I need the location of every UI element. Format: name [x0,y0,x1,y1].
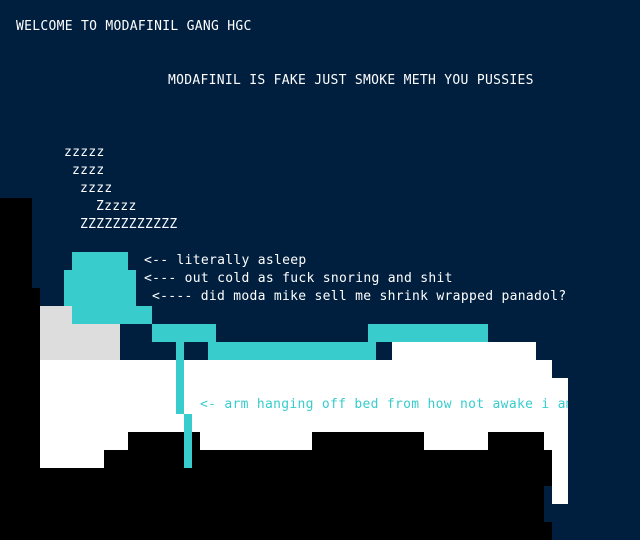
shadow-wall-edge [32,288,40,540]
knees [368,324,488,342]
arm-upper [176,342,184,414]
annotation-panadol: <---- did moda mike sell me shrink wrapp… [152,289,567,304]
sheet-fold-2 [312,432,424,450]
neck [72,306,152,324]
snore-line-3: zzzz [80,181,113,196]
head [64,270,136,306]
head-top [72,252,128,270]
shadow-wall [0,198,32,540]
arm-lower [184,414,192,468]
snore-line-1: zzzzz [64,145,105,160]
annotation-arm: <- arm hanging off bed from how not awak… [200,397,568,412]
page-subtitle: MODAFINIL IS FAKE JUST SMOKE METH YOU PU… [168,73,534,88]
bed-blanket-bump [392,342,536,360]
snore-line-4: Zzzzz [96,199,137,214]
shoulder [152,324,216,342]
floor-shadow-step [544,450,552,486]
floor-shadow [40,468,544,540]
snore-line-2: zzzz [72,163,105,178]
floor-shadow-corner [544,522,552,540]
sheet-fold-3 [488,432,544,450]
torso [208,342,376,360]
snore-line-5: ZZZZZZZZZZZZ [80,217,178,232]
bed-frame [104,450,552,468]
annotation-out-cold: <--- out cold as fuck snoring and shit [144,271,453,286]
annotation-asleep: <-- literally asleep [144,253,307,268]
page-title: WELCOME TO MODAFINIL GANG HGC [16,19,252,34]
